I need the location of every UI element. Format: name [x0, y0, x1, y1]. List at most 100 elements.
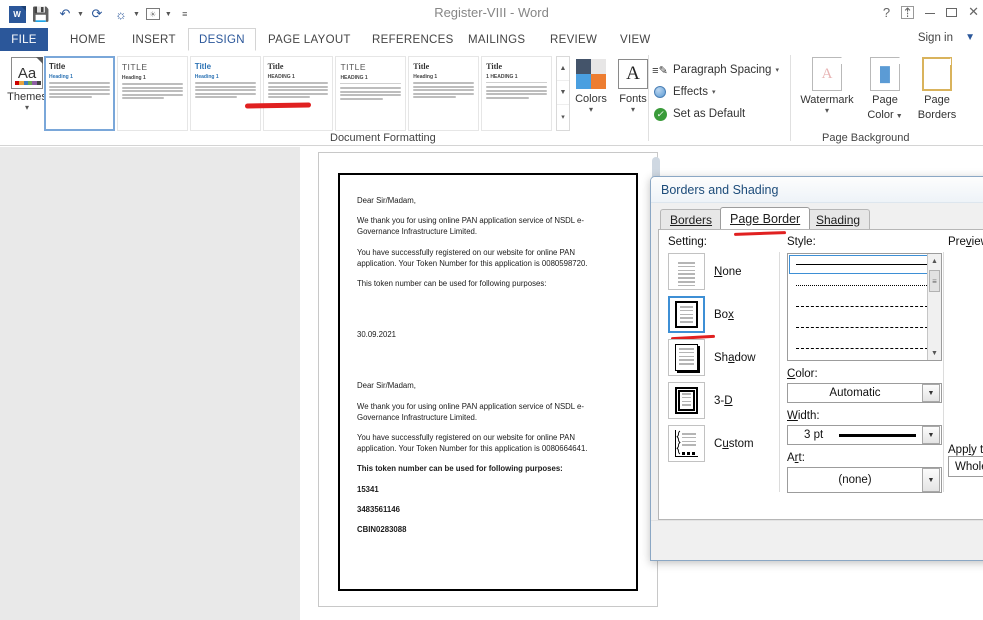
- page-color-button[interactable]: █ Page Color ▼: [856, 57, 914, 123]
- style-option-dashed-medium[interactable]: [788, 317, 941, 338]
- style-list[interactable]: ▲ ≡ ▼: [787, 253, 942, 361]
- fonts-dropdown-icon[interactable]: ▾: [610, 105, 656, 114]
- setting-label-custom: Custom: [714, 437, 754, 450]
- paragraph-spacing-button[interactable]: ≡✎ Paragraph Spacing ▾: [652, 59, 779, 81]
- colors-dropdown-icon[interactable]: ▾: [568, 105, 614, 114]
- close-button[interactable]: ✕: [968, 4, 979, 20]
- art-combobox[interactable]: (none) ▼: [787, 467, 942, 493]
- ribbon-display-options-icon[interactable]: ⇡: [901, 5, 915, 19]
- gallery-item[interactable]: Title HEADING 1: [262, 56, 334, 131]
- tab-insert[interactable]: INSERT: [122, 28, 186, 51]
- setting-label-3d: 3-D: [714, 394, 733, 407]
- style-option-dash-dot[interactable]: [788, 338, 941, 359]
- watermark-button[interactable]: A Watermark ▾: [798, 57, 856, 115]
- doc-paragraph: We thank you for using online PAN applic…: [357, 401, 584, 422]
- set-as-default-button[interactable]: ✓ Set as Default: [652, 103, 779, 125]
- gallery-item[interactable]: Title Heading 1: [189, 56, 261, 131]
- preview-column: Preview Apply to Wh: [948, 236, 983, 477]
- doc-paragraph: 30.09.2021: [357, 330, 397, 340]
- gallery-item-heading: HEADING 1: [267, 74, 295, 80]
- tab-view[interactable]: VIEW: [610, 28, 661, 51]
- tab-shading[interactable]: Shading: [806, 209, 871, 229]
- tab-mailings[interactable]: MAILINGS: [458, 28, 535, 51]
- page-borders-button[interactable]: Page Borders: [908, 57, 966, 121]
- gallery-item[interactable]: TITLE Heading 1: [116, 56, 188, 131]
- color-dropdown-icon[interactable]: ▼: [922, 384, 940, 402]
- preview-label: Preview: [948, 236, 983, 248]
- tab-file[interactable]: FILE: [0, 28, 48, 51]
- gallery-item[interactable]: Title Heading 1: [408, 56, 480, 131]
- apply-to-value: Whole d: [955, 460, 983, 473]
- gallery-item-title: TITLE: [340, 62, 367, 72]
- effects-dropdown-icon[interactable]: ▾: [712, 88, 716, 96]
- doc-paragraph: Dear Sir/Madam,: [357, 381, 416, 391]
- style-list-scrollbar[interactable]: ▲ ≡ ▼: [927, 254, 941, 360]
- doc-paragraph: This token number can be used for follow…: [357, 279, 547, 289]
- doc-paragraph: We thank you for using online PAN applic…: [357, 216, 584, 237]
- minimize-button[interactable]: [925, 5, 936, 20]
- set-as-default-label: Set as Default: [673, 108, 746, 120]
- doc-paragraph: You have successfully registered on our …: [357, 433, 588, 454]
- dialog-body: Borders Page Border Shading Setting: Non…: [658, 207, 983, 520]
- page-borders-label-bottom: Borders: [917, 109, 957, 121]
- tab-design[interactable]: DESIGN: [188, 28, 256, 51]
- theme-fonts-button[interactable]: A Fonts ▾: [610, 59, 656, 114]
- color-value: Automatic: [829, 387, 881, 399]
- width-dropdown-icon[interactable]: ▼: [922, 426, 940, 444]
- page-color-dropdown-icon[interactable]: ▼: [896, 113, 903, 120]
- page-color-label-bottom: Color ▼: [867, 109, 903, 121]
- window-controls: ? ⇡ ✕: [883, 4, 979, 20]
- page-borders-label-top: Page: [924, 94, 950, 106]
- group-separator: [790, 55, 791, 141]
- document-page[interactable]: Dear Sir/Madam, We thank you for using o…: [318, 152, 658, 607]
- doc-paragraph: CBIN0283088: [357, 525, 407, 535]
- tab-page-layout[interactable]: PAGE LAYOUT: [258, 28, 361, 51]
- setting-option-custom[interactable]: Custom: [668, 425, 780, 462]
- tab-home[interactable]: HOME: [60, 28, 116, 51]
- gallery-item[interactable]: TITLE HEADING 1: [335, 56, 407, 131]
- style-scroll-up-icon[interactable]: ▲: [928, 254, 941, 268]
- setting-label-box: Box: [714, 308, 734, 321]
- style-label: Style:: [787, 236, 816, 248]
- theme-colors-button[interactable]: Colors ▾: [568, 59, 614, 114]
- ribbon: Aa Themes ▾ Title Heading 1 TITLE Headin…: [0, 51, 983, 194]
- tab-borders[interactable]: Borders: [660, 209, 723, 229]
- color-label: Color:: [787, 368, 818, 380]
- setting-option-shadow[interactable]: Shadow: [668, 339, 780, 376]
- style-scroll-thumb[interactable]: ≡: [929, 270, 940, 292]
- document-body-text[interactable]: Dear Sir/Madam, We thank you for using o…: [357, 195, 601, 544]
- art-dropdown-icon[interactable]: ▼: [922, 468, 940, 492]
- setting-label: Setting:: [668, 236, 707, 248]
- wave-icon: [676, 430, 681, 455]
- watermark-icon: A: [812, 57, 842, 91]
- setting-option-3d[interactable]: 3-D: [668, 382, 780, 419]
- style-option-dotted[interactable]: [788, 275, 941, 296]
- style-option-dashed-small[interactable]: [788, 296, 941, 317]
- setting-icon-shadow: [668, 339, 705, 376]
- width-combobox[interactable]: 3 pt ▼: [787, 425, 942, 445]
- tab-references[interactable]: REFERENCES: [362, 28, 464, 51]
- gallery-item[interactable]: Title Heading 1: [44, 56, 115, 131]
- setting-icon-custom: [668, 425, 705, 462]
- tab-review[interactable]: REVIEW: [540, 28, 607, 51]
- group-separator: [648, 55, 649, 141]
- setting-option-box[interactable]: Box: [668, 296, 780, 341]
- sign-in-link[interactable]: Sign in: [918, 32, 953, 44]
- ribbon-collapse-icon[interactable]: ▼: [965, 32, 975, 43]
- gallery-item-title: Title: [194, 62, 212, 71]
- tab-page-border[interactable]: Page Border: [720, 207, 811, 229]
- style-option-solid[interactable]: [788, 254, 941, 275]
- style-scroll-down-icon[interactable]: ▼: [928, 346, 941, 360]
- setting-option-none[interactable]: NNoneone: [668, 253, 780, 290]
- watermark-dropdown-icon[interactable]: ▾: [798, 106, 856, 115]
- gallery-item[interactable]: Title 1 HEADING 1: [481, 56, 553, 131]
- help-icon[interactable]: ?: [883, 5, 890, 20]
- paragraph-spacing-dropdown-icon[interactable]: ▾: [775, 66, 779, 74]
- maximize-button[interactable]: [946, 5, 958, 20]
- effects-button[interactable]: Effects ▾: [652, 81, 779, 103]
- ribbon-tab-bar: FILE HOME INSERT DESIGN PAGE LAYOUT REFE…: [0, 28, 983, 51]
- apply-to-combobox[interactable]: Whole d: [948, 456, 983, 477]
- color-combobox[interactable]: Automatic ▼: [787, 383, 942, 403]
- title-bar: W 💾 ↶ ▼ ⟳ ☼ ▼ ☀ ▼ ≡ Register-VIII - Word…: [0, 0, 983, 28]
- doc-paragraph: You have successfully registered on our …: [357, 247, 588, 268]
